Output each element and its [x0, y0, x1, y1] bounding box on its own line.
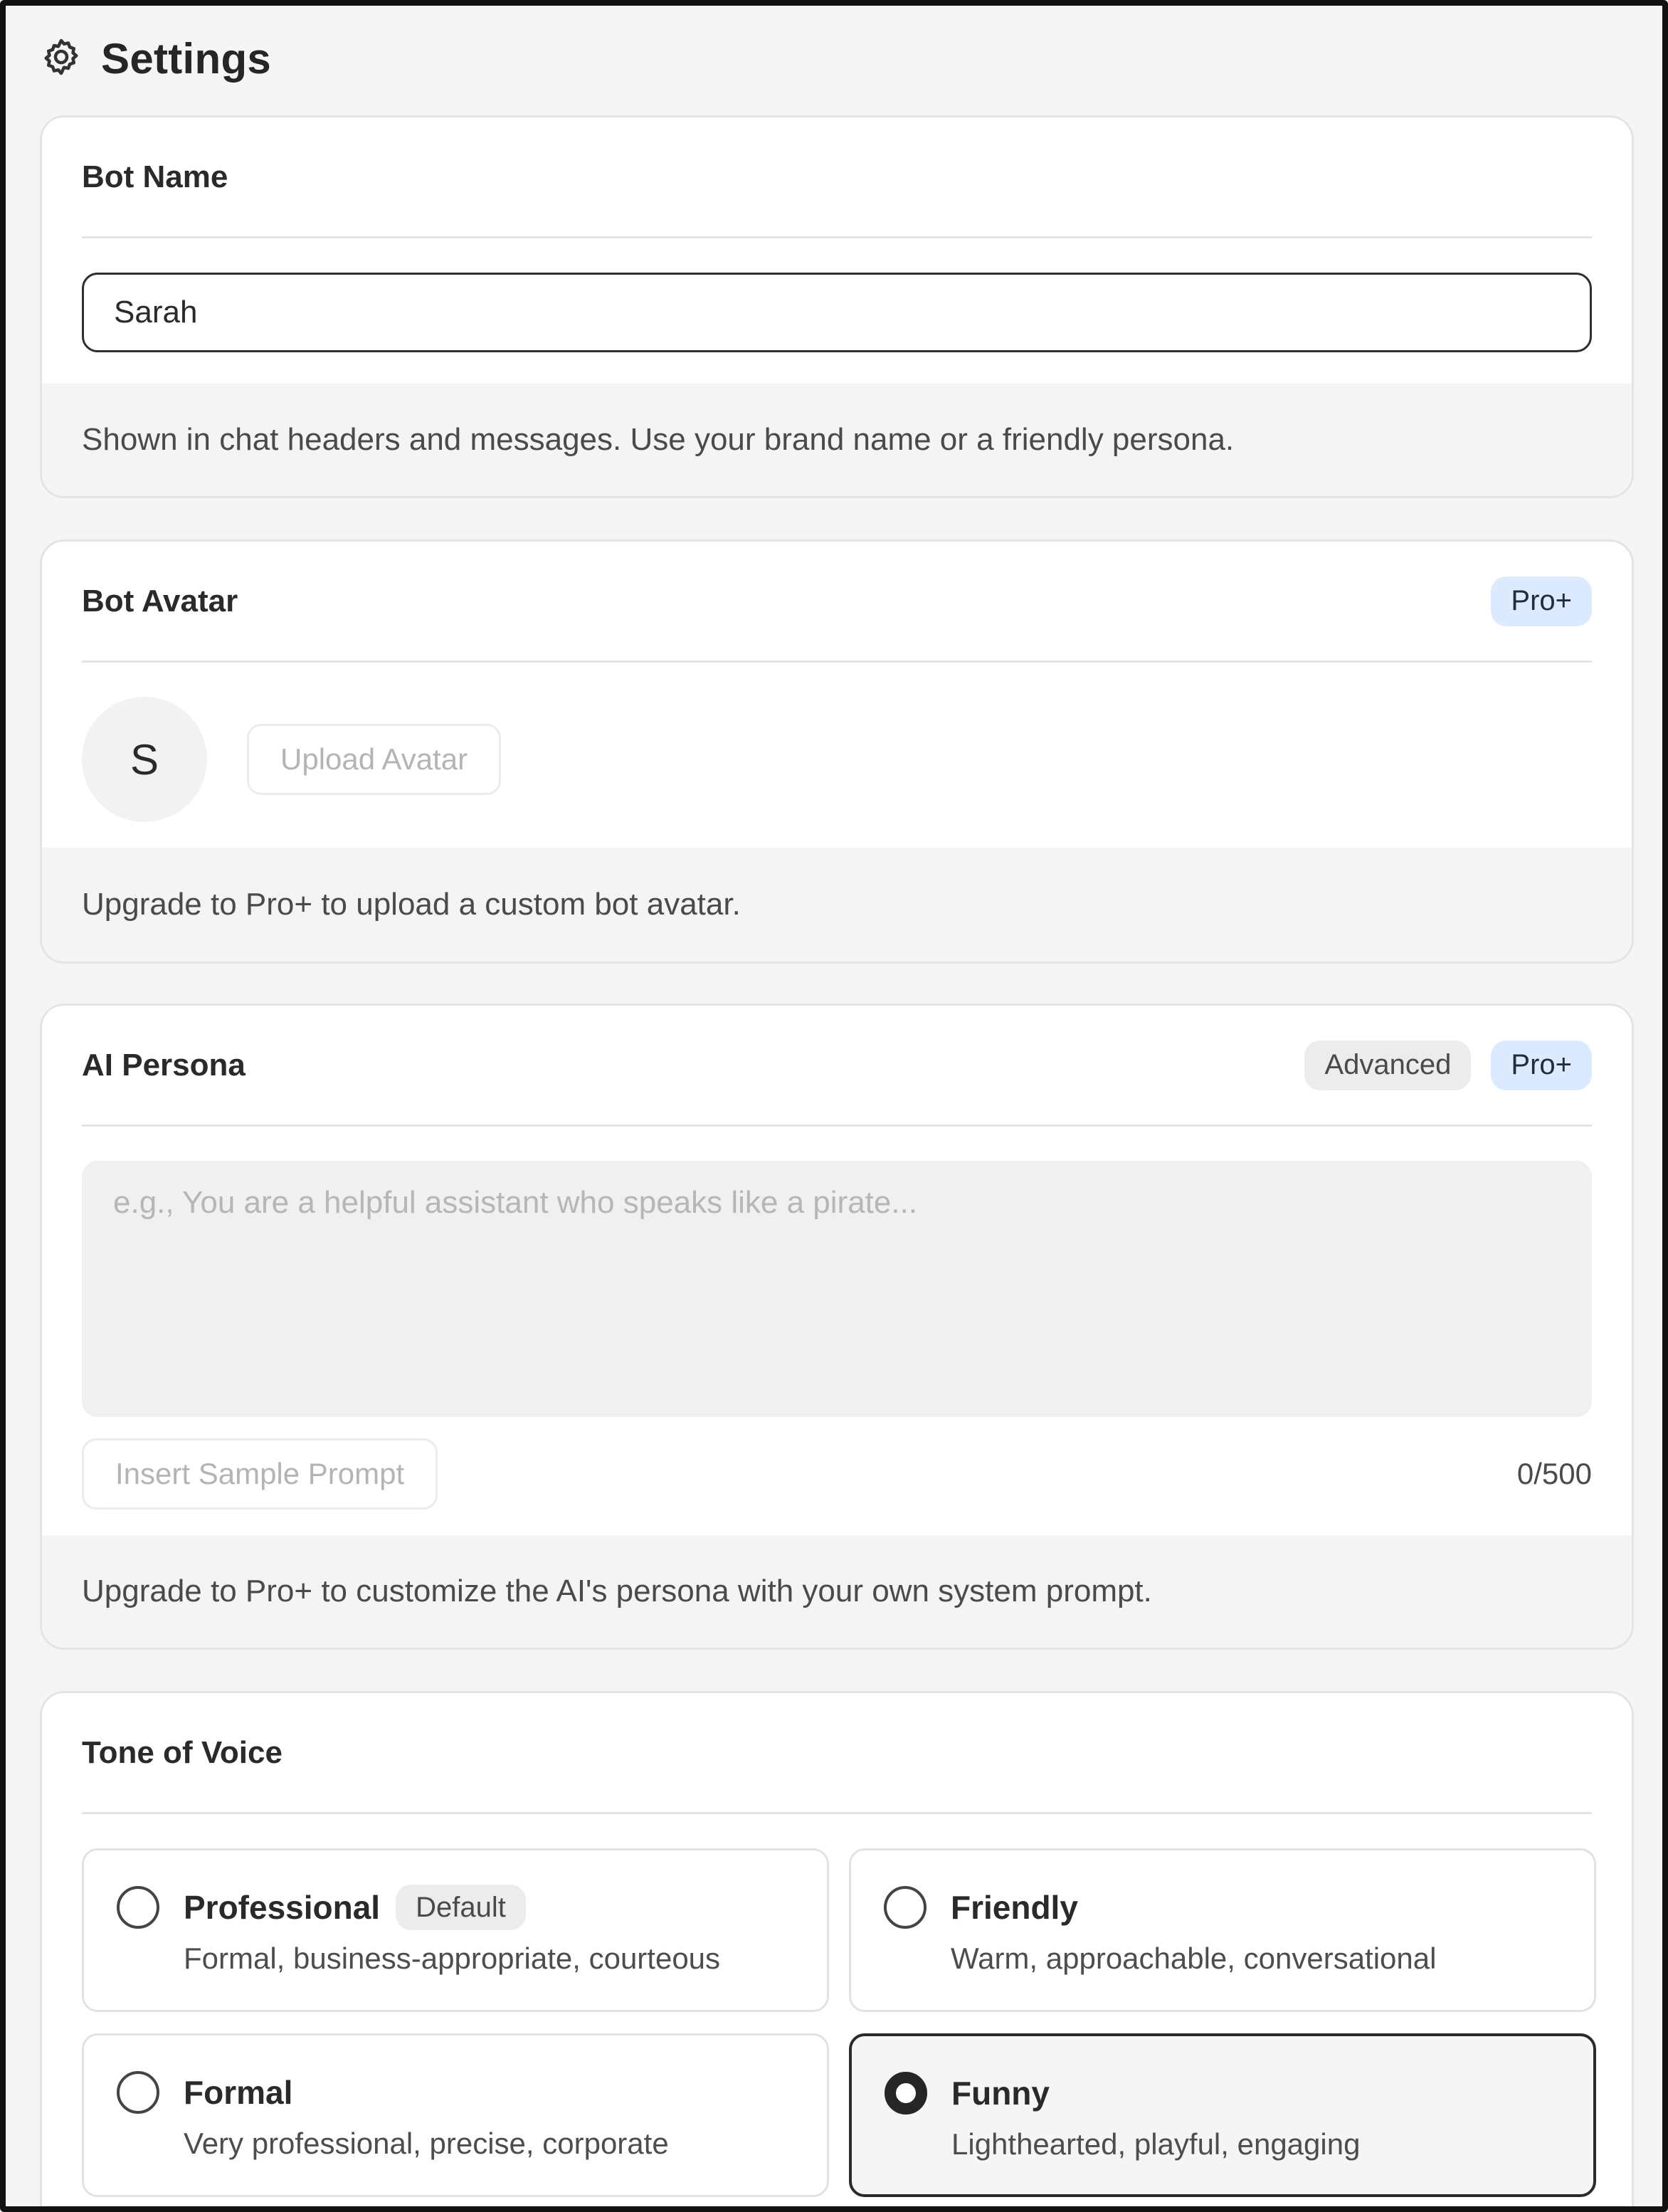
- advanced-badge: Advanced: [1304, 1040, 1472, 1090]
- bot-name-help: Shown in chat headers and messages. Use …: [42, 384, 1632, 496]
- tone-option-funny[interactable]: Funny Lighthearted, playful, engaging: [849, 2033, 1596, 2197]
- radio-button[interactable]: [117, 2071, 159, 2114]
- settings-panel: Settings Bot Name Sarah Shown in chat he…: [0, 0, 1668, 2212]
- tone-card: Tone of Voice Professional Default Forma…: [40, 1691, 1634, 2206]
- gear-icon: [40, 36, 83, 82]
- ai-persona-help: Upgrade to Pro+ to customize the AI's pe…: [42, 1535, 1632, 1648]
- tone-label: Professional: [184, 1889, 381, 1926]
- ai-persona-card: AI Persona Advanced Pro+ e.g., You are a…: [40, 1004, 1634, 1650]
- card-header: Tone of Voice: [82, 1693, 1592, 1814]
- page-header: Settings: [40, 30, 271, 87]
- radio-button-selected[interactable]: [885, 2072, 927, 2114]
- pro-plus-badge: Pro+: [1491, 576, 1592, 626]
- bot-avatar-help: Upgrade to Pro+ to upload a custom bot a…: [42, 848, 1632, 962]
- avatar: S: [82, 697, 207, 822]
- pro-plus-badge: Pro+: [1491, 1040, 1592, 1090]
- card-header: AI Persona Advanced Pro+: [82, 1006, 1592, 1127]
- tone-description: Lighthearted, playful, engaging: [951, 2127, 1361, 2161]
- tone-option-professional[interactable]: Professional Default Formal, business-ap…: [82, 1848, 829, 2012]
- page-title: Settings: [101, 34, 272, 83]
- radio-button[interactable]: [117, 1886, 159, 1929]
- tone-option-friendly[interactable]: Friendly Warm, approachable, conversatio…: [849, 1848, 1596, 2012]
- card-header: Bot Name: [82, 117, 1592, 238]
- tone-label: Funny: [951, 2075, 1050, 2112]
- bot-name-card: Bot Name Sarah Shown in chat headers and…: [40, 115, 1634, 498]
- bot-name-title: Bot Name: [82, 159, 228, 194]
- bot-avatar-card: Bot Avatar Pro+ S Upload Avatar Upgrade …: [40, 539, 1634, 964]
- insert-sample-prompt-button[interactable]: Insert Sample Prompt: [82, 1438, 438, 1510]
- radio-button[interactable]: [884, 1886, 927, 1929]
- character-counter: 0/500: [1516, 1457, 1592, 1490]
- tone-description: Warm, approachable, conversational: [951, 1942, 1437, 1975]
- ai-persona-title: AI Persona: [82, 1047, 246, 1083]
- bot-name-input[interactable]: Sarah: [82, 273, 1592, 352]
- tone-option-formal[interactable]: Formal Very professional, precise, corpo…: [82, 2033, 829, 2197]
- persona-textarea[interactable]: e.g., You are a helpful assistant who sp…: [82, 1161, 1592, 1417]
- tone-description: Very professional, precise, corporate: [184, 2127, 669, 2160]
- tone-label: Formal: [184, 2074, 293, 2111]
- tone-title: Tone of Voice: [82, 1734, 283, 1770]
- tone-description: Formal, business-appropriate, courteous: [184, 1942, 721, 1975]
- card-header: Bot Avatar Pro+: [82, 542, 1592, 663]
- bot-avatar-title: Bot Avatar: [82, 583, 238, 618]
- tone-label: Friendly: [951, 1889, 1078, 1926]
- upload-avatar-button[interactable]: Upload Avatar: [247, 724, 502, 795]
- default-badge: Default: [396, 1885, 526, 1930]
